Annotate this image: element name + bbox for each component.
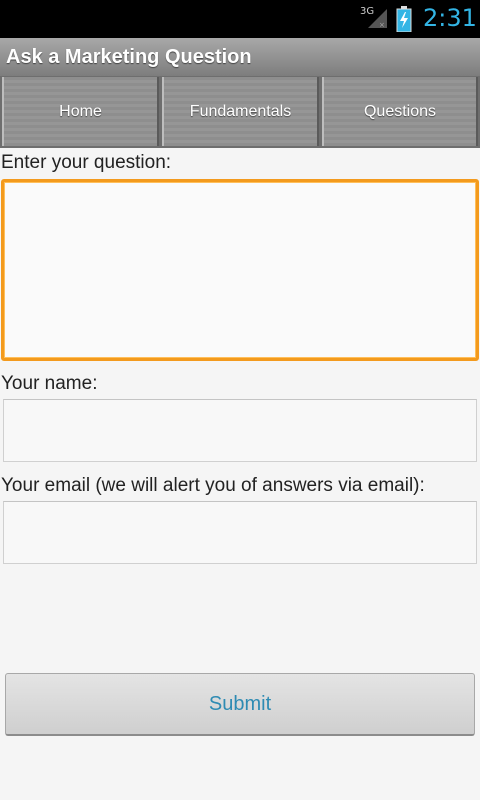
tab-bar: Home Fundamentals Questions: [0, 76, 480, 148]
status-bar: 3G × 2:31: [0, 0, 480, 38]
question-input[interactable]: [1, 179, 479, 361]
tab-home[interactable]: Home: [2, 77, 159, 146]
email-input[interactable]: [3, 501, 477, 564]
page-title: Ask a Marketing Question: [6, 46, 252, 68]
tab-questions[interactable]: Questions: [322, 77, 478, 146]
clock: 2:31: [423, 4, 477, 32]
question-label: Enter your question:: [1, 152, 172, 173]
name-label: Your name:: [1, 373, 98, 394]
signal-icon: ×: [368, 9, 387, 29]
name-input[interactable]: [3, 399, 477, 462]
svg-text:×: ×: [379, 21, 385, 29]
battery-charging-icon: [396, 6, 412, 32]
tab-fundamentals[interactable]: Fundamentals: [162, 77, 319, 146]
submit-button[interactable]: Submit: [5, 673, 475, 736]
email-label: Your email (we will alert you of answers…: [1, 475, 425, 496]
title-bar: Ask a Marketing Question: [0, 38, 480, 77]
